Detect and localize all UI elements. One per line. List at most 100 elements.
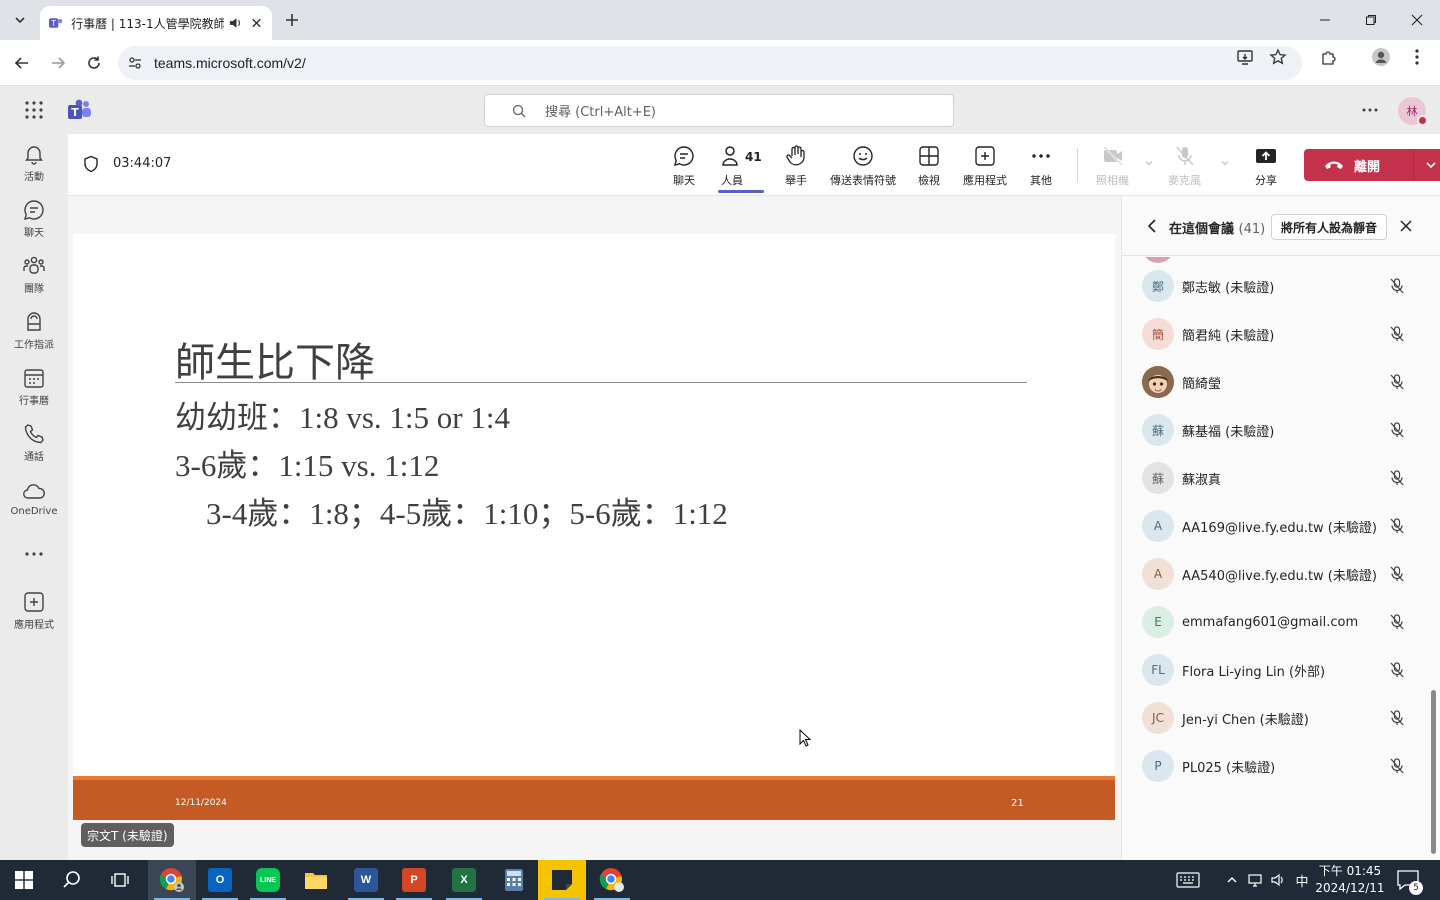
rail-item-calls[interactable]: 通話 (0, 414, 68, 470)
keyboard-tray-icon[interactable] (1176, 870, 1200, 890)
mic-off-icon[interactable] (1388, 757, 1406, 775)
rail-item-teams[interactable]: 團隊 (0, 246, 68, 302)
participant-row[interactable]: JC Jen-yi Chen (未驗證) (1122, 694, 1432, 742)
participant-row[interactable]: 簡綺瑩 (1122, 358, 1432, 406)
raise-hand-button[interactable]: 舉手 (784, 144, 808, 190)
reload-button[interactable] (82, 51, 106, 75)
camera-button[interactable]: 照相機 (1096, 144, 1129, 190)
mic-off-icon[interactable] (1388, 709, 1406, 727)
bookmark-button[interactable] (1267, 46, 1289, 68)
more-actions-button[interactable]: 其他 (1029, 144, 1053, 190)
taskbar-powerpoint[interactable]: P (390, 860, 438, 900)
minimize-button[interactable] (1302, 0, 1348, 40)
chevron-left-icon[interactable] (1144, 217, 1160, 235)
install-app-button[interactable] (1234, 46, 1256, 68)
mic-off-icon[interactable] (1388, 421, 1406, 439)
site-info-button[interactable] (124, 52, 146, 74)
taskbar-sticky-notes[interactable] (538, 860, 586, 900)
rail-more-apps[interactable] (0, 526, 68, 582)
settings-more-button[interactable] (1358, 98, 1382, 122)
mic-button[interactable]: 麥克風 (1168, 144, 1201, 190)
participant-row[interactable]: A AA169@live.fy.edu.tw (未驗證) (1122, 502, 1432, 550)
people-button[interactable]: 人員 (720, 144, 744, 190)
taskbar-chrome-profile[interactable] (148, 860, 196, 900)
browser-menu-button[interactable] (1406, 46, 1428, 68)
chevron-up-icon (1227, 877, 1237, 883)
taskbar-chrome[interactable] (588, 860, 636, 900)
share-button[interactable]: 分享 (1254, 144, 1278, 190)
leave-main[interactable]: 離開 (1304, 149, 1414, 181)
close-window-button[interactable] (1394, 0, 1440, 40)
network-tray-icon[interactable] (1246, 870, 1266, 890)
search-box[interactable]: 搜尋 (Ctrl+Alt+E) (484, 94, 954, 127)
tab-search-button[interactable] (8, 8, 32, 32)
app-launcher-icon[interactable] (22, 98, 46, 122)
taskbar-clock[interactable]: 下午 01:45 2024/12/11 (1310, 863, 1390, 897)
mute-all-button[interactable]: 將所有人設為靜音 (1271, 214, 1387, 240)
mic-off-icon[interactable] (1388, 661, 1406, 679)
participant-row[interactable]: 蘇 蘇淑真 (1122, 454, 1432, 502)
taskbar-excel[interactable]: X (440, 860, 488, 900)
start-button[interactable] (0, 860, 48, 900)
close-icon[interactable] (1398, 218, 1414, 234)
rail-item-calendar[interactable]: 行事曆 (0, 358, 68, 414)
mic-off-icon[interactable] (1388, 277, 1406, 295)
volume-tray-icon[interactable] (1268, 870, 1288, 890)
camera-options-chevron-icon[interactable] (1144, 158, 1154, 168)
taskbar-calculator[interactable] (490, 860, 538, 900)
taskbar-search-button[interactable] (48, 860, 96, 900)
ime-indicator[interactable]: 中 (1292, 870, 1312, 890)
participant-row[interactable]: FL Flora Li-ying Lin (外部) (1122, 646, 1432, 694)
speaker-icon[interactable] (228, 15, 243, 31)
arrow-left-icon (14, 57, 28, 69)
rail-label: 應用程式 (14, 619, 54, 631)
mic-off-icon[interactable] (1388, 373, 1406, 391)
rail-label: 通話 (24, 451, 44, 463)
extensions-button[interactable] (1318, 46, 1340, 68)
taskbar-line[interactable]: LINE (244, 860, 292, 900)
close-tab-icon[interactable] (249, 15, 264, 31)
rail-item-apps[interactable]: 應用程式 (0, 582, 68, 638)
profile-button[interactable] (1370, 46, 1392, 68)
teams-favicon-icon: T (48, 18, 63, 28)
leave-options-button[interactable] (1414, 149, 1440, 181)
participant-row[interactable]: 簡 簡君純 (未驗證) (1122, 310, 1432, 358)
back-button[interactable] (10, 51, 34, 75)
rail-item-chat[interactable]: 聊天 (0, 190, 68, 246)
participant-row[interactable]: Eemmafang601@gmail.com (1122, 598, 1432, 646)
taskbar-outlook[interactable]: O (196, 860, 244, 900)
taskbar-word[interactable]: W (342, 860, 390, 900)
rail-item-assignments[interactable]: 工作指派 (0, 302, 68, 358)
new-tab-button[interactable] (280, 8, 304, 32)
mic-off-icon[interactable] (1388, 325, 1406, 343)
mic-options-chevron-icon[interactable] (1220, 158, 1230, 168)
participant-row[interactable]: P PL025 (未驗證) (1122, 742, 1432, 790)
view-label: 檢視 (918, 174, 940, 187)
rail-item-activity[interactable]: 活動 (0, 134, 68, 190)
user-avatar[interactable]: 林 (1398, 97, 1428, 126)
apps-button[interactable]: 應用程式 (963, 144, 1007, 190)
restore-button[interactable] (1348, 0, 1394, 40)
participant-name: 鄭志敏 (未驗證) (1182, 280, 1275, 296)
view-button[interactable]: 檢視 (917, 144, 941, 190)
taskbar-file-explorer[interactable] (292, 860, 340, 900)
forward-button[interactable] (46, 51, 70, 75)
panel-scrollbar-thumb[interactable] (1431, 690, 1436, 854)
mic-off-icon[interactable] (1388, 565, 1406, 583)
react-button[interactable]: 傳送表情符號 (830, 144, 896, 190)
address-bar[interactable]: teams.microsoft.com/v2/ (118, 46, 1302, 80)
participant-row[interactable]: 鄭 鄭志敏 (未驗證) (1122, 262, 1432, 310)
participant-row[interactable]: A AA540@live.fy.edu.tw (未驗證) (1122, 550, 1432, 598)
mic-off-icon[interactable] (1388, 469, 1406, 487)
show-hidden-icons-button[interactable] (1222, 870, 1242, 890)
browser-tab[interactable]: T 行事曆 | 113-1人管學院教師 (40, 6, 272, 40)
participants-panel: 在這個會議 (41) 將所有人設為靜音 鄭 鄭志敏 (未驗證) 簡 簡君純 (未驗證)… (1121, 196, 1440, 860)
participant-row[interactable]: 蘇 蘇基福 (未驗證) (1122, 406, 1432, 454)
mic-off-icon[interactable] (1388, 517, 1406, 535)
leave-button[interactable]: 離開 (1304, 149, 1440, 181)
mic-off-icon[interactable] (1388, 613, 1406, 631)
chat-button[interactable]: 聊天 (672, 144, 696, 190)
presenter-name-tag: 宗文T (未驗證) (81, 823, 174, 847)
rail-item-onedrive[interactable]: OneDrive (0, 470, 68, 526)
task-view-button[interactable] (96, 860, 144, 900)
